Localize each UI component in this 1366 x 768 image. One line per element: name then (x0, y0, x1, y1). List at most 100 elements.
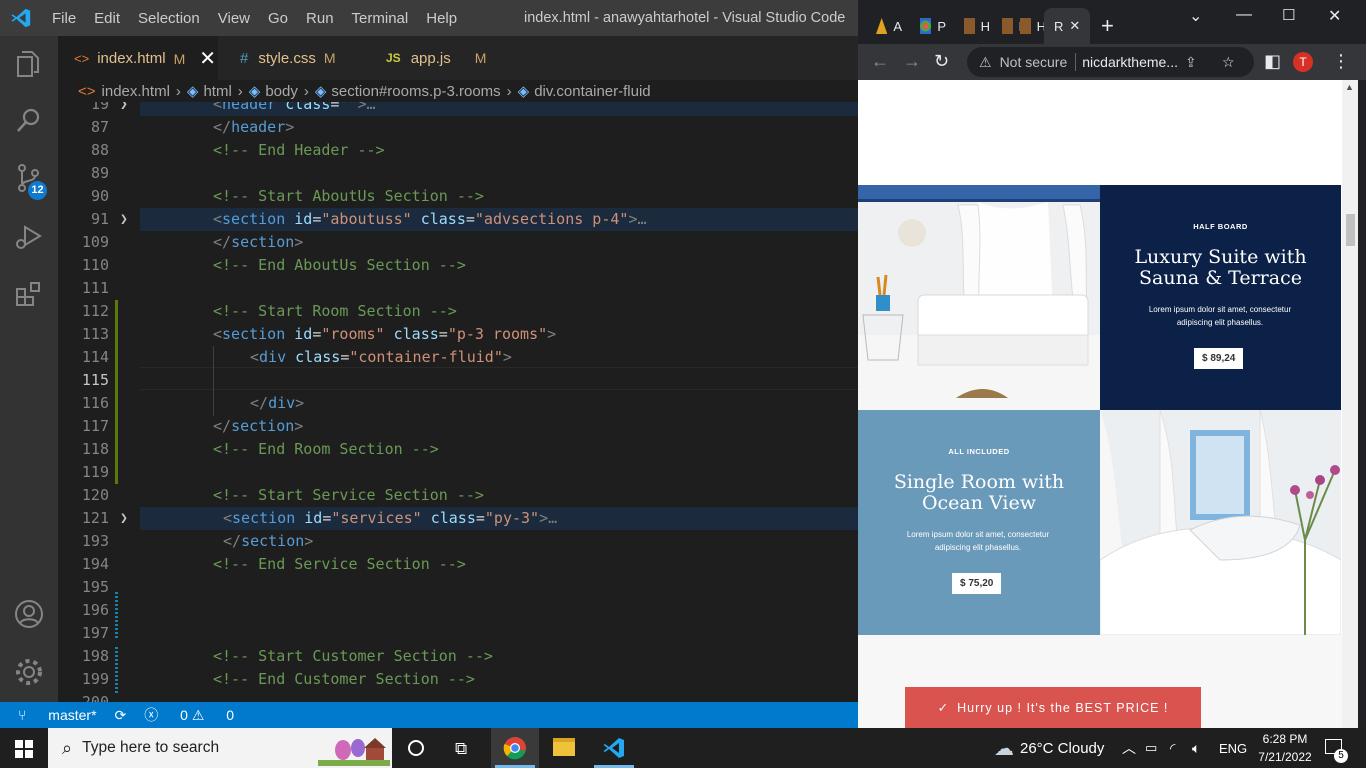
back-arrow-icon[interactable]: ← (871, 51, 889, 72)
browser-tab[interactable]: A (866, 8, 902, 44)
browser-tab[interactable]: H (954, 8, 990, 44)
breadcrumb-body[interactable]: body (265, 83, 298, 100)
file-explorer-icon[interactable] (553, 738, 575, 756)
room-title-line: Single Room with (893, 471, 1065, 493)
clock-date: 7/21/2022 (1258, 750, 1312, 764)
breadcrumb-html[interactable]: html (203, 83, 231, 100)
extensions-icon[interactable] (13, 278, 45, 310)
maximize-icon[interactable]: ☐ (1282, 6, 1295, 24)
code-line: 109 </section> (81, 233, 304, 251)
menu-view[interactable]: View (218, 10, 250, 27)
room-description-line: adipiscing elit phasellus. (934, 543, 1022, 552)
search-icon[interactable] (13, 104, 45, 136)
share-icon[interactable]: ⇪ (1185, 54, 1197, 71)
battery-icon[interactable]: ▭ (1145, 728, 1157, 768)
code-editor[interactable]: 19 ❯ <header class="">… 87 </header> 88 <!--… (58, 102, 858, 702)
address-bar[interactable]: ⚠ Not secure nicdarktheme... ⇪ ☆ (967, 47, 1254, 77)
scm-count-badge: 12 (28, 181, 47, 200)
cortana-icon[interactable] (408, 740, 424, 756)
room-title: Single Room with Ocean View (858, 472, 1100, 514)
run-debug-icon[interactable] (13, 220, 45, 252)
account-icon[interactable] (13, 598, 45, 630)
best-price-button[interactable]: ✓ Hurry up ! It's the BEST PRICE ! (905, 687, 1201, 728)
more-menu-icon[interactable]: ⋮ (1332, 51, 1350, 72)
show-hidden-icons-chevron-icon[interactable]: ︿ (1122, 728, 1136, 768)
forward-arrow-icon[interactable]: → (903, 51, 921, 72)
code-line: 193 </section> (81, 532, 314, 550)
tab-style-css[interactable]: # style.css M (218, 36, 368, 80)
side-panel-icon[interactable]: ◧ (1264, 51, 1281, 72)
scroll-up-arrow-icon[interactable]: ▲ (1345, 82, 1354, 92)
task-view-icon[interactable]: ⧉ (455, 739, 467, 759)
minimize-icon[interactable]: — (1236, 6, 1252, 24)
chevron-right-icon: › (175, 82, 181, 100)
browser-tab[interactable]: H (1010, 8, 1046, 44)
chrome-taskbar-button[interactable] (491, 728, 539, 768)
wifi-icon[interactable]: ◜ (1170, 728, 1175, 768)
settings-gear-icon[interactable] (13, 656, 45, 688)
window-title: index.html - anawyahtarhotel - Visual St… (524, 10, 846, 26)
vscode-taskbar-button[interactable] (591, 728, 637, 768)
tab-index-html[interactable]: <> index.html M ✕ (58, 36, 218, 80)
chevron-right-icon: › (237, 82, 243, 100)
room-description-line: adipiscing elit phasellus. (1176, 318, 1264, 327)
tab-app-js[interactable]: JS app.js M (368, 36, 508, 80)
close-tab-icon[interactable]: ✕ (1069, 18, 1080, 34)
new-tab-button[interactable]: + (1101, 13, 1114, 39)
scrollbar-thumb[interactable] (1346, 214, 1355, 246)
windows-start-icon[interactable] (15, 740, 33, 758)
room-price-button[interactable]: $ 75,20 (952, 573, 1002, 594)
html-file-icon: <> (74, 51, 90, 66)
tab-label: index.html (97, 50, 166, 67)
chrome-icon (503, 737, 526, 760)
menu-selection[interactable]: Selection (138, 10, 200, 27)
menu-file[interactable]: File (52, 10, 76, 27)
weather-widget[interactable]: ☁ 26°C Cloudy (994, 728, 1104, 768)
breadcrumb-section[interactable]: section#rooms.p-3.rooms (331, 83, 500, 100)
close-window-icon[interactable]: ✕ (1328, 6, 1341, 26)
profile-avatar[interactable]: T (1293, 52, 1313, 72)
browser-tab-active[interactable]: R ✕ (1044, 8, 1090, 44)
tab-search-icon[interactable]: ⌄ (1189, 6, 1202, 26)
clock[interactable]: 6:28 PM 7/21/2022 (1254, 730, 1316, 766)
pagoda-favicon-icon (876, 18, 888, 34)
menu-go[interactable]: Go (268, 10, 288, 27)
explorer-icon[interactable] (13, 48, 45, 80)
breadcrumb-div[interactable]: div.container-fluid (534, 83, 650, 100)
volume-icon[interactable]: 🔈︎ (1192, 728, 1200, 768)
chrome-toolbar: ← → ↻ ⚠ Not secure nicdarktheme... ⇪ ☆ ◧… (858, 44, 1366, 80)
page-scrollbar[interactable] (1342, 80, 1358, 728)
input-language[interactable]: ENG (1219, 728, 1247, 768)
menu-run[interactable]: Run (306, 10, 334, 27)
css-file-icon: # (240, 49, 249, 67)
window-edge (1358, 80, 1366, 728)
menu-terminal[interactable]: Terminal (352, 10, 409, 27)
bookmark-star-icon[interactable]: ☆ (1222, 54, 1235, 71)
menu-help[interactable]: Help (426, 10, 457, 27)
problems-status[interactable]: ⓧ 0 ⚠ 0 (144, 705, 234, 725)
sync-icon[interactable]: ⟳ (115, 707, 127, 724)
omnibox-divider (1075, 53, 1077, 71)
menu-bar: File Edit Selection View Go Run Terminal… (52, 0, 475, 36)
search-placeholder: Type here to search (82, 739, 220, 756)
room-card-luxury-suite[interactable]: HALF BOARD Luxury Suite with Sauna & Ter… (1100, 185, 1341, 410)
chevron-right-icon: › (303, 82, 309, 100)
clock-time: 6:28 PM (1262, 732, 1308, 746)
vscode-titlebar: File Edit Selection View Go Run Terminal… (0, 0, 858, 36)
browser-tab[interactable]: P (910, 8, 946, 44)
web-page-viewport[interactable]: HALF BOARD Luxury Suite with Sauna & Ter… (858, 80, 1358, 728)
room-board-tag: HALF BOARD (1193, 222, 1248, 231)
code-line: 200 (81, 693, 109, 702)
room-price-button[interactable]: $ 89,24 (1194, 348, 1244, 369)
reload-icon[interactable]: ↻ (934, 51, 949, 72)
code-line: 197 (81, 624, 109, 642)
menu-edit[interactable]: Edit (94, 10, 120, 27)
code-line: 110 <!-- End AboutUs Section --> (81, 256, 466, 274)
branch-status[interactable]: ⑂ master* (18, 707, 97, 723)
breadcrumb-file[interactable]: index.html (102, 83, 170, 100)
chevron-right-icon: ❯ (120, 511, 128, 526)
room-card-single-room[interactable]: ALL INCLUDED Single Room with Ocean View… (858, 410, 1100, 635)
taskbar-search-box[interactable]: ⌕ Type here to search (48, 728, 392, 768)
close-tab-icon[interactable]: ✕ (199, 46, 216, 71)
search-icon: ⌕ (62, 737, 73, 758)
